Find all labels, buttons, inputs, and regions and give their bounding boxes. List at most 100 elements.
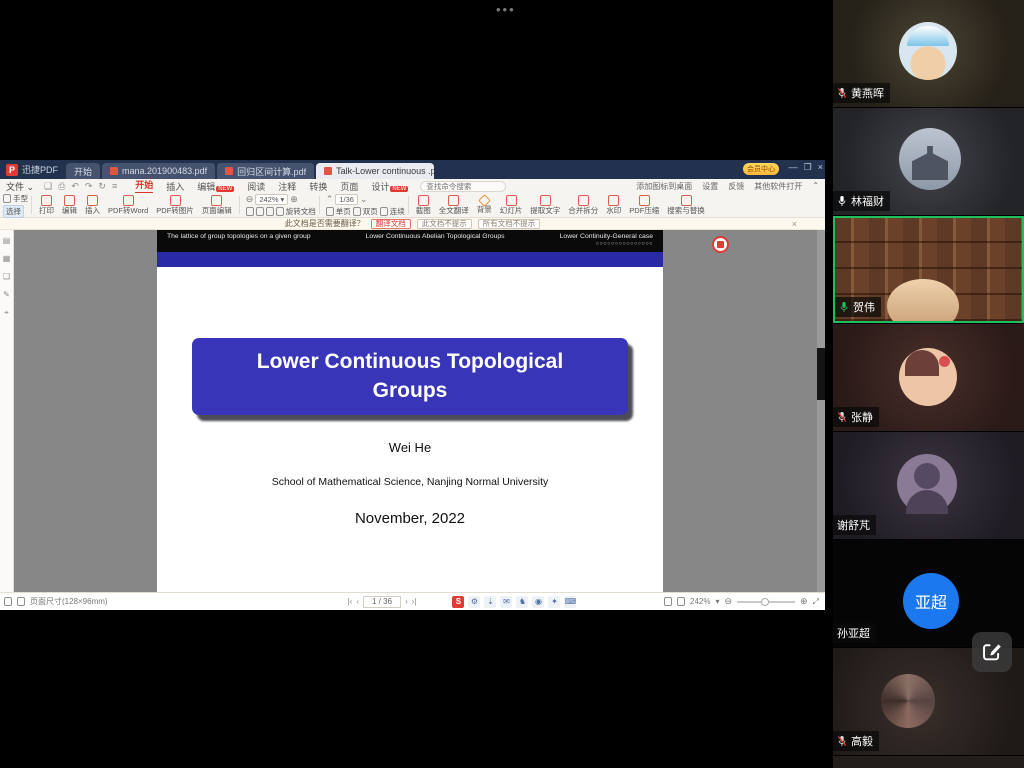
more-menu-icon[interactable]: ≡: [112, 181, 117, 192]
menu-tab-insert[interactable]: 插入: [166, 180, 184, 193]
menu-tab-design[interactable]: 设计NEW: [371, 180, 408, 193]
command-search-input[interactable]: [420, 181, 506, 192]
continuous-icon[interactable]: [380, 207, 388, 216]
participant-tile[interactable]: 张静: [833, 324, 1024, 431]
member-center-badge[interactable]: 会员中心: [743, 163, 779, 175]
participant-tile[interactable]: 林福财: [833, 108, 1024, 215]
edit-button[interactable]: 编辑: [58, 195, 81, 215]
last-page-icon[interactable]: ›|: [412, 597, 417, 606]
watermark-button[interactable]: 水印: [602, 195, 625, 215]
notification-close-icon[interactable]: ×: [792, 219, 797, 229]
meeting-control-handle[interactable]: •••: [496, 2, 516, 17]
skip-this-doc-button[interactable]: 此文档不提示: [417, 219, 472, 229]
app-logo[interactable]: P 迅捷PDF: [0, 163, 66, 179]
comments-icon[interactable]: ❑: [3, 272, 10, 281]
page-edit-button[interactable]: 页面编辑: [198, 195, 236, 215]
extract-text-button[interactable]: 提取文字: [526, 195, 564, 215]
translate-doc-button[interactable]: 翻译文档: [371, 219, 411, 229]
collapse-ribbon-icon[interactable]: ⌃: [812, 181, 819, 192]
fit-window-icon[interactable]: [664, 597, 672, 606]
zoom-dropdown-icon[interactable]: ▾: [715, 597, 719, 606]
zoom-out-icon[interactable]: ⊖: [725, 597, 733, 606]
feedback-link[interactable]: 反馈: [728, 181, 744, 192]
participant-tile-active-speaker[interactable]: 贺伟: [833, 216, 1024, 323]
insert-button[interactable]: 插入: [81, 195, 104, 215]
open-with-other-link[interactable]: 其他软件打开: [754, 181, 802, 192]
menu-tab-home[interactable]: 开始: [135, 178, 153, 194]
keyboard-icon[interactable]: ⌨: [564, 596, 576, 608]
undo-icon[interactable]: ↶: [71, 181, 79, 192]
vertical-scrollbar[interactable]: [817, 230, 825, 592]
game-icon[interactable]: ♞: [516, 596, 528, 608]
page-indicator[interactable]: 1 / 36: [363, 596, 401, 608]
zoom-level-select[interactable]: 242%▾: [255, 194, 288, 205]
new-doc-icon[interactable]: ❏: [44, 181, 52, 192]
select-tool[interactable]: 选择: [3, 205, 28, 218]
skip-all-docs-button[interactable]: 所有文档不提示: [478, 219, 541, 229]
menu-tab-edit[interactable]: 编辑NEW: [197, 180, 234, 193]
pdf-to-word-button[interactable]: PDF转Word: [104, 195, 152, 215]
search-replace-button[interactable]: 搜索与替换: [663, 195, 709, 215]
print-icon[interactable]: ⎙: [58, 181, 65, 192]
prev-page-icon[interactable]: ‹: [356, 597, 359, 606]
screenshot-button[interactable]: 截图: [412, 195, 435, 215]
print-button[interactable]: 打印: [35, 195, 58, 215]
participant-tile[interactable]: 亚超 孙亚超: [833, 540, 1024, 647]
scrollbar-thumb[interactable]: [817, 348, 825, 400]
participant-tile[interactable]: 谢舒芃: [833, 432, 1024, 539]
annotate-icon[interactable]: ✎: [3, 290, 10, 299]
refresh-icon[interactable]: ↻: [98, 181, 106, 192]
tools-icon[interactable]: ✦: [548, 596, 560, 608]
download-icon[interactable]: ⇣: [484, 596, 496, 608]
minimize-button[interactable]: —: [789, 162, 798, 173]
tab-document-2[interactable]: 回归区间计算.pdf: [217, 163, 314, 179]
fit-page-icon[interactable]: [246, 207, 254, 216]
menu-tab-comment[interactable]: 注释: [278, 180, 296, 193]
page-down-icon[interactable]: ⌄: [360, 195, 368, 204]
single-page-icon[interactable]: [326, 207, 334, 216]
menu-tab-convert[interactable]: 转换: [309, 180, 327, 193]
maximize-button[interactable]: ❐: [804, 162, 812, 173]
menu-tab-page[interactable]: 页面: [340, 180, 358, 193]
mail-icon[interactable]: ✉: [500, 596, 512, 608]
annotation-pen-button[interactable]: [972, 632, 1012, 672]
tab-home[interactable]: 开始: [66, 163, 100, 179]
zoom-in-icon[interactable]: ⊕: [800, 597, 808, 606]
ime-logo-icon[interactable]: S: [452, 596, 464, 608]
menu-tab-read[interactable]: 阅读: [247, 180, 265, 193]
first-page-icon[interactable]: |‹: [348, 597, 353, 606]
file-menu[interactable]: 文件 ⌄: [6, 180, 34, 193]
floating-red-button[interactable]: [712, 236, 729, 253]
compress-button[interactable]: PDF压缩: [625, 195, 663, 215]
zoom-in-icon[interactable]: ⊕: [290, 195, 298, 204]
double-page-icon[interactable]: [353, 207, 361, 216]
shield-icon[interactable]: ◉: [532, 596, 544, 608]
tab-document-active[interactable]: Talk-Lower continuous .pdf ×: [316, 163, 434, 179]
participant-tile[interactable]: 黄燕晖: [833, 0, 1024, 107]
hand-tool[interactable]: 手型: [3, 193, 28, 204]
background-button[interactable]: 背景: [473, 196, 496, 214]
fit-width-icon[interactable]: [256, 207, 264, 216]
translate-button[interactable]: 全文翻译: [435, 195, 473, 215]
redo-icon[interactable]: ↷: [85, 181, 93, 192]
close-button[interactable]: ×: [818, 162, 823, 173]
slideshow-button[interactable]: 幻灯片: [496, 195, 527, 215]
status-zoom-value[interactable]: 242%: [690, 597, 710, 606]
page-number-box[interactable]: 1/36: [335, 194, 358, 205]
page-up-icon[interactable]: ⌃: [326, 195, 334, 204]
zoom-slider-knob[interactable]: [761, 598, 769, 606]
merge-split-button[interactable]: 合并拆分: [564, 195, 602, 215]
zoom-slider[interactable]: [737, 601, 795, 603]
pdf-to-image-button[interactable]: PDF转图片: [152, 195, 198, 215]
next-page-icon[interactable]: ›: [405, 597, 408, 606]
rotate-left-icon[interactable]: [266, 207, 274, 216]
settings-link[interactable]: 设置: [702, 181, 718, 192]
thumbnails-icon[interactable]: ▤: [3, 236, 11, 245]
tab-document-1[interactable]: mana.201900483.pdf: [102, 163, 215, 179]
zoom-out-icon[interactable]: ⊖: [246, 195, 254, 204]
rotate-right-icon[interactable]: [276, 207, 284, 216]
fit-width-icon[interactable]: [677, 597, 685, 606]
bookmarks-icon[interactable]: ▦: [3, 254, 11, 263]
fullscreen-icon[interactable]: ⤢: [813, 597, 819, 607]
ime-settings-icon[interactable]: ⚙: [468, 596, 480, 608]
